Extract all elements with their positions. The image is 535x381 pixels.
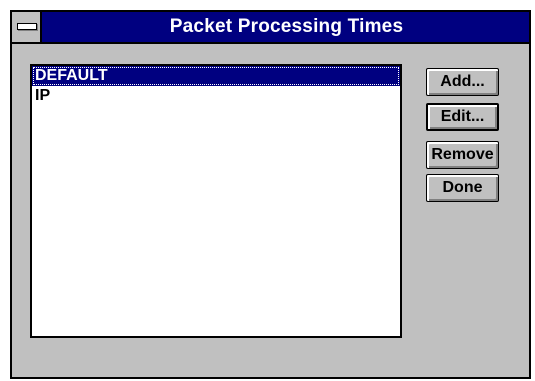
done-button[interactable]: Done <box>426 174 499 202</box>
add-button[interactable]: Add... <box>426 68 499 96</box>
remove-button[interactable]: Remove <box>426 141 499 169</box>
list-item-default[interactable]: DEFAULT <box>32 66 400 86</box>
system-menu-button[interactable] <box>12 12 42 42</box>
packet-processing-times-dialog: Packet Processing Times DEFAULT IP Add..… <box>10 10 531 379</box>
protocol-list[interactable]: DEFAULT IP <box>30 64 402 338</box>
title-bar: Packet Processing Times <box>12 12 529 44</box>
list-item-ip[interactable]: IP <box>32 86 400 106</box>
system-menu-icon <box>17 23 37 30</box>
edit-button[interactable]: Edit... <box>426 103 499 131</box>
window-title: Packet Processing Times <box>169 16 404 37</box>
